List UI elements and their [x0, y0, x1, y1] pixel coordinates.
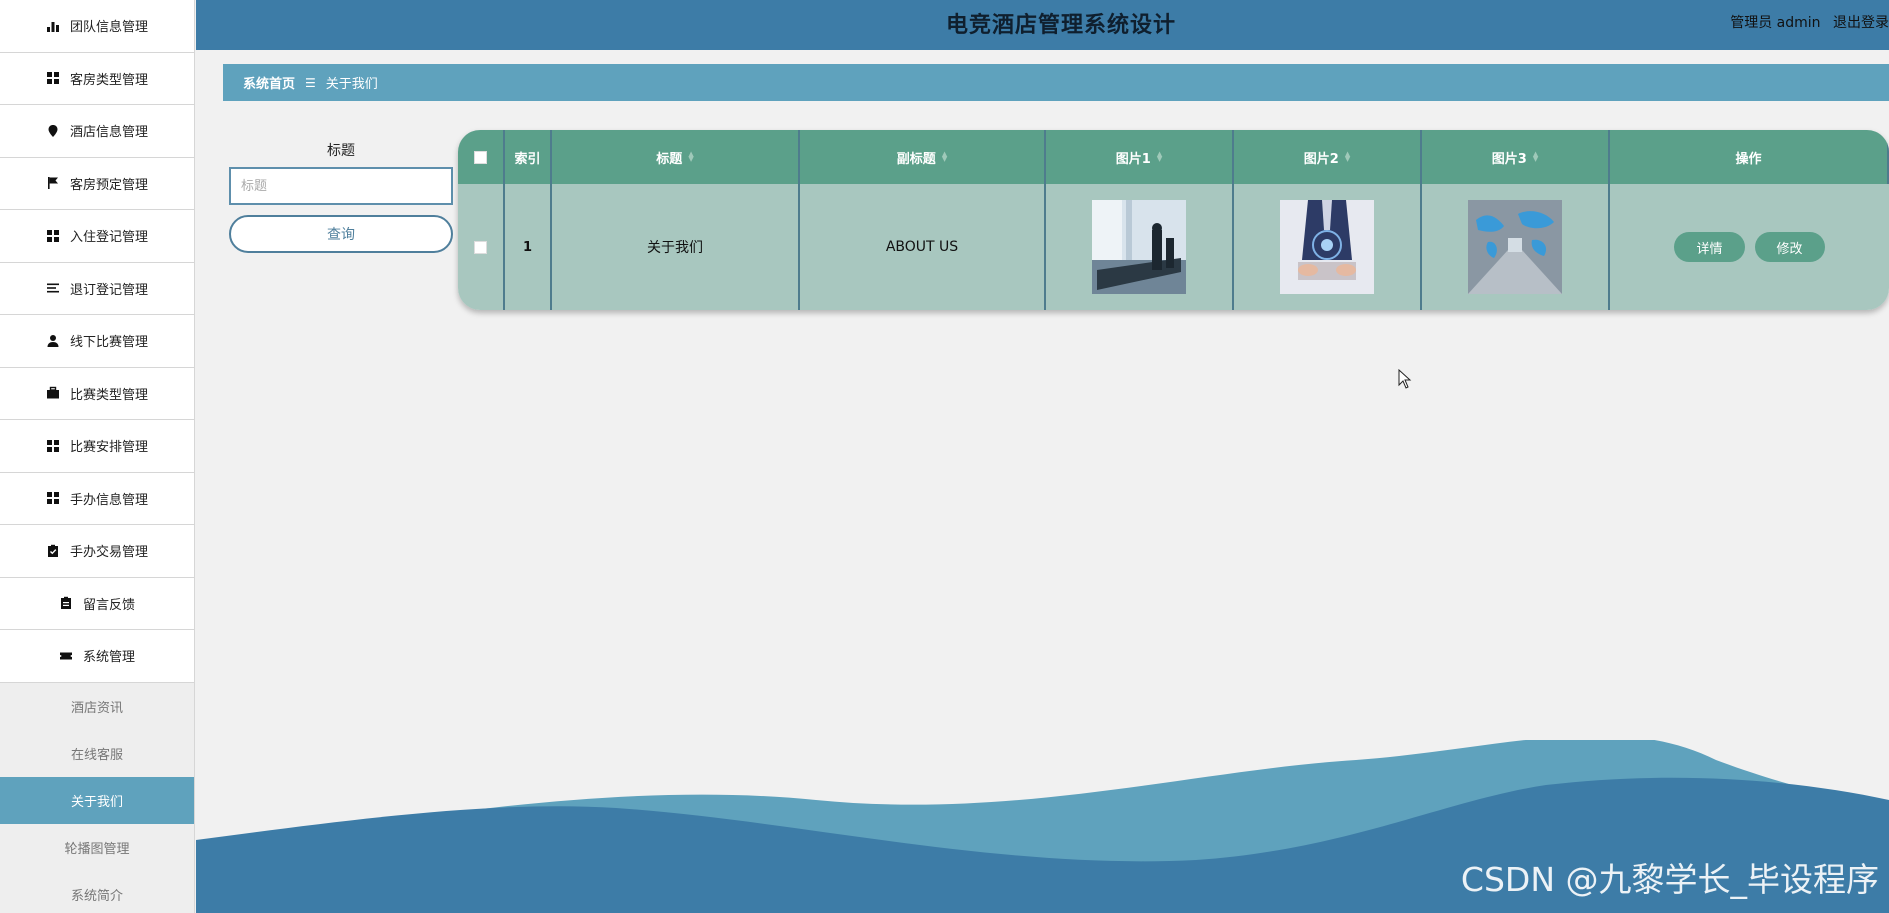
- breadcrumb-current: 关于我们: [325, 77, 378, 92]
- breadcrumb: 系统首页 ☰ 关于我们: [223, 64, 1889, 101]
- sort-icon[interactable]: ▲ ▼: [1345, 151, 1350, 163]
- row-index: 1: [505, 184, 552, 310]
- sidebar-item-figure-trade[interactable]: 手办交易管理: [0, 525, 194, 578]
- header-index: 索引: [505, 130, 552, 184]
- user-area: 管理员 admin 退出登录: [1722, 12, 1889, 32]
- breadcrumb-separator-icon: ☰: [305, 75, 316, 90]
- ticket-icon: [59, 649, 73, 663]
- sidebar-item-figure-info[interactable]: 手办信息管理: [0, 473, 194, 525]
- sidebar-item-label: 手办信息管理: [69, 492, 148, 508]
- sidebar-item-room-booking[interactable]: 客房预定管理: [0, 158, 194, 210]
- system-sub-menu: 酒店资讯 在线客服 关于我们 轮播图管理 系统简介: [0, 682, 194, 913]
- row-checkbox[interactable]: [474, 240, 487, 254]
- sort-icon[interactable]: ▲ ▼: [1157, 151, 1162, 163]
- row-image3-cell: [1422, 184, 1610, 310]
- header-select-all: [458, 130, 505, 184]
- sidebar-item-hotel-info[interactable]: 酒店信息管理: [0, 105, 194, 158]
- sort-icon[interactable]: ▲ ▼: [688, 151, 693, 163]
- sidebar-item-room-type[interactable]: 客房类型管理: [0, 53, 194, 105]
- row-actions: 详情 修改: [1610, 184, 1889, 310]
- sidebar-item-label: 退订登记管理: [69, 282, 148, 298]
- sidebar-item-label: 团队信息管理: [69, 20, 148, 36]
- business-tablet-image[interactable]: [1280, 200, 1374, 294]
- sidebar-item-label: 留言反馈: [82, 597, 135, 613]
- admin-label: 管理员 admin: [1730, 15, 1821, 31]
- header-image3[interactable]: 图片3 ▲ ▼: [1422, 130, 1610, 184]
- sidebar-item-label: 酒店信息管理: [69, 125, 148, 141]
- header-subtitle-label: 副标题: [896, 151, 936, 167]
- logout-link[interactable]: 退出登录: [1833, 15, 1889, 31]
- briefcase-icon: [46, 386, 60, 400]
- sidebar-item-cancellation[interactable]: 退订登记管理: [0, 263, 194, 315]
- sidebar-item-feedback[interactable]: 留言反馈: [0, 578, 194, 630]
- table-row: 1 关于我们 ABOUT US 详情 修改: [458, 184, 1889, 310]
- sidebar-item-label: 客房类型管理: [69, 72, 148, 88]
- row-subtitle: ABOUT US: [800, 184, 1046, 310]
- sub-item-about-us[interactable]: 关于我们: [0, 776, 194, 824]
- sort-icon[interactable]: ▲ ▼: [1533, 151, 1538, 163]
- search-title-label: 标题: [327, 143, 355, 159]
- sidebar: 团队信息管理 客房类型管理 酒店信息管理 客房预定管理 入住登记管理 退订登记管…: [0, 0, 195, 913]
- sidebar-item-system[interactable]: 系统管理: [0, 630, 194, 683]
- sidebar-item-label: 手办交易管理: [69, 545, 148, 561]
- sidebar-item-team-info[interactable]: 团队信息管理: [0, 0, 194, 53]
- map-pin-icon: [46, 124, 60, 138]
- header-image1[interactable]: 图片1 ▲ ▼: [1046, 130, 1234, 184]
- sidebar-item-offline-match[interactable]: 线下比赛管理: [0, 315, 194, 368]
- grid-icon: [46, 491, 60, 505]
- row-image2-cell: [1234, 184, 1422, 310]
- watermark: CSDN @九黎学长_毕设程序: [1460, 860, 1879, 899]
- sidebar-item-match-schedule[interactable]: 比赛安排管理: [0, 420, 194, 473]
- sidebar-item-label: 系统管理: [82, 650, 135, 666]
- grid-icon: [46, 229, 60, 243]
- page-title: 电竞酒店管理系统设计: [945, 13, 1176, 38]
- breadcrumb-home[interactable]: 系统首页: [243, 73, 295, 92]
- header-image2-label: 图片2: [1303, 151, 1339, 167]
- header-subtitle[interactable]: 副标题 ▲ ▼: [800, 130, 1046, 184]
- edit-button[interactable]: 修改: [1754, 232, 1825, 262]
- data-table: 索引 标题 ▲ ▼ 副标题 ▲ ▼ 图片1 ▲ ▼ 图片2 ▲ ▼ 图片3 ▲ ▼ 操作 …: [458, 130, 1889, 310]
- sidebar-item-checkin[interactable]: 入住登记管理: [0, 210, 194, 263]
- sidebar-item-label: 入住登记管理: [69, 230, 148, 246]
- detail-button[interactable]: 详情: [1674, 232, 1745, 262]
- sub-item-carousel[interactable]: 轮播图管理: [0, 824, 194, 871]
- flag-icon: [46, 176, 60, 190]
- header-image2[interactable]: 图片2 ▲ ▼: [1234, 130, 1422, 184]
- list-icon: [46, 281, 60, 295]
- sidebar-item-label: 比赛安排管理: [69, 440, 148, 456]
- grid-icon: [46, 71, 60, 85]
- user-icon: [46, 334, 60, 348]
- header-image3-label: 图片3: [1491, 151, 1527, 167]
- grid-icon: [46, 439, 60, 453]
- mouse-cursor-icon: [1398, 369, 1412, 389]
- search-title-input[interactable]: [229, 167, 453, 205]
- bar-chart-icon: [46, 19, 60, 33]
- top-header: 电竞酒店管理系统设计 管理员 admin 退出登录: [196, 0, 1889, 50]
- sidebar-item-label: 线下比赛管理: [69, 335, 148, 351]
- table-header: 索引 标题 ▲ ▼ 副标题 ▲ ▼ 图片1 ▲ ▼ 图片2 ▲ ▼ 图片3 ▲ ▼ 操作: [458, 130, 1889, 184]
- search-button[interactable]: 查询: [229, 215, 453, 253]
- row-select: [458, 184, 505, 310]
- world-map-corridor-image[interactable]: [1468, 200, 1562, 294]
- header-actions: 操作: [1610, 130, 1889, 184]
- row-title: 关于我们: [552, 184, 800, 310]
- row-image1-cell: [1046, 184, 1234, 310]
- header-image1-label: 图片1: [1115, 151, 1151, 167]
- sub-item-system-intro[interactable]: 系统简介: [0, 871, 194, 913]
- meeting-room-image[interactable]: [1092, 200, 1186, 294]
- select-all-checkbox[interactable]: [474, 150, 487, 164]
- sidebar-item-label: 比赛类型管理: [69, 387, 148, 403]
- sort-icon[interactable]: ▲ ▼: [942, 151, 947, 163]
- clipboard-check-icon: [46, 544, 60, 558]
- sidebar-item-label: 客房预定管理: [69, 177, 148, 193]
- sub-item-hotel-news[interactable]: 酒店资讯: [0, 683, 194, 730]
- clipboard-icon: [59, 596, 73, 610]
- header-title-label: 标题: [656, 151, 683, 167]
- header-title[interactable]: 标题 ▲ ▼: [552, 130, 800, 184]
- sub-item-online-service[interactable]: 在线客服: [0, 730, 194, 777]
- sidebar-item-match-type[interactable]: 比赛类型管理: [0, 368, 194, 420]
